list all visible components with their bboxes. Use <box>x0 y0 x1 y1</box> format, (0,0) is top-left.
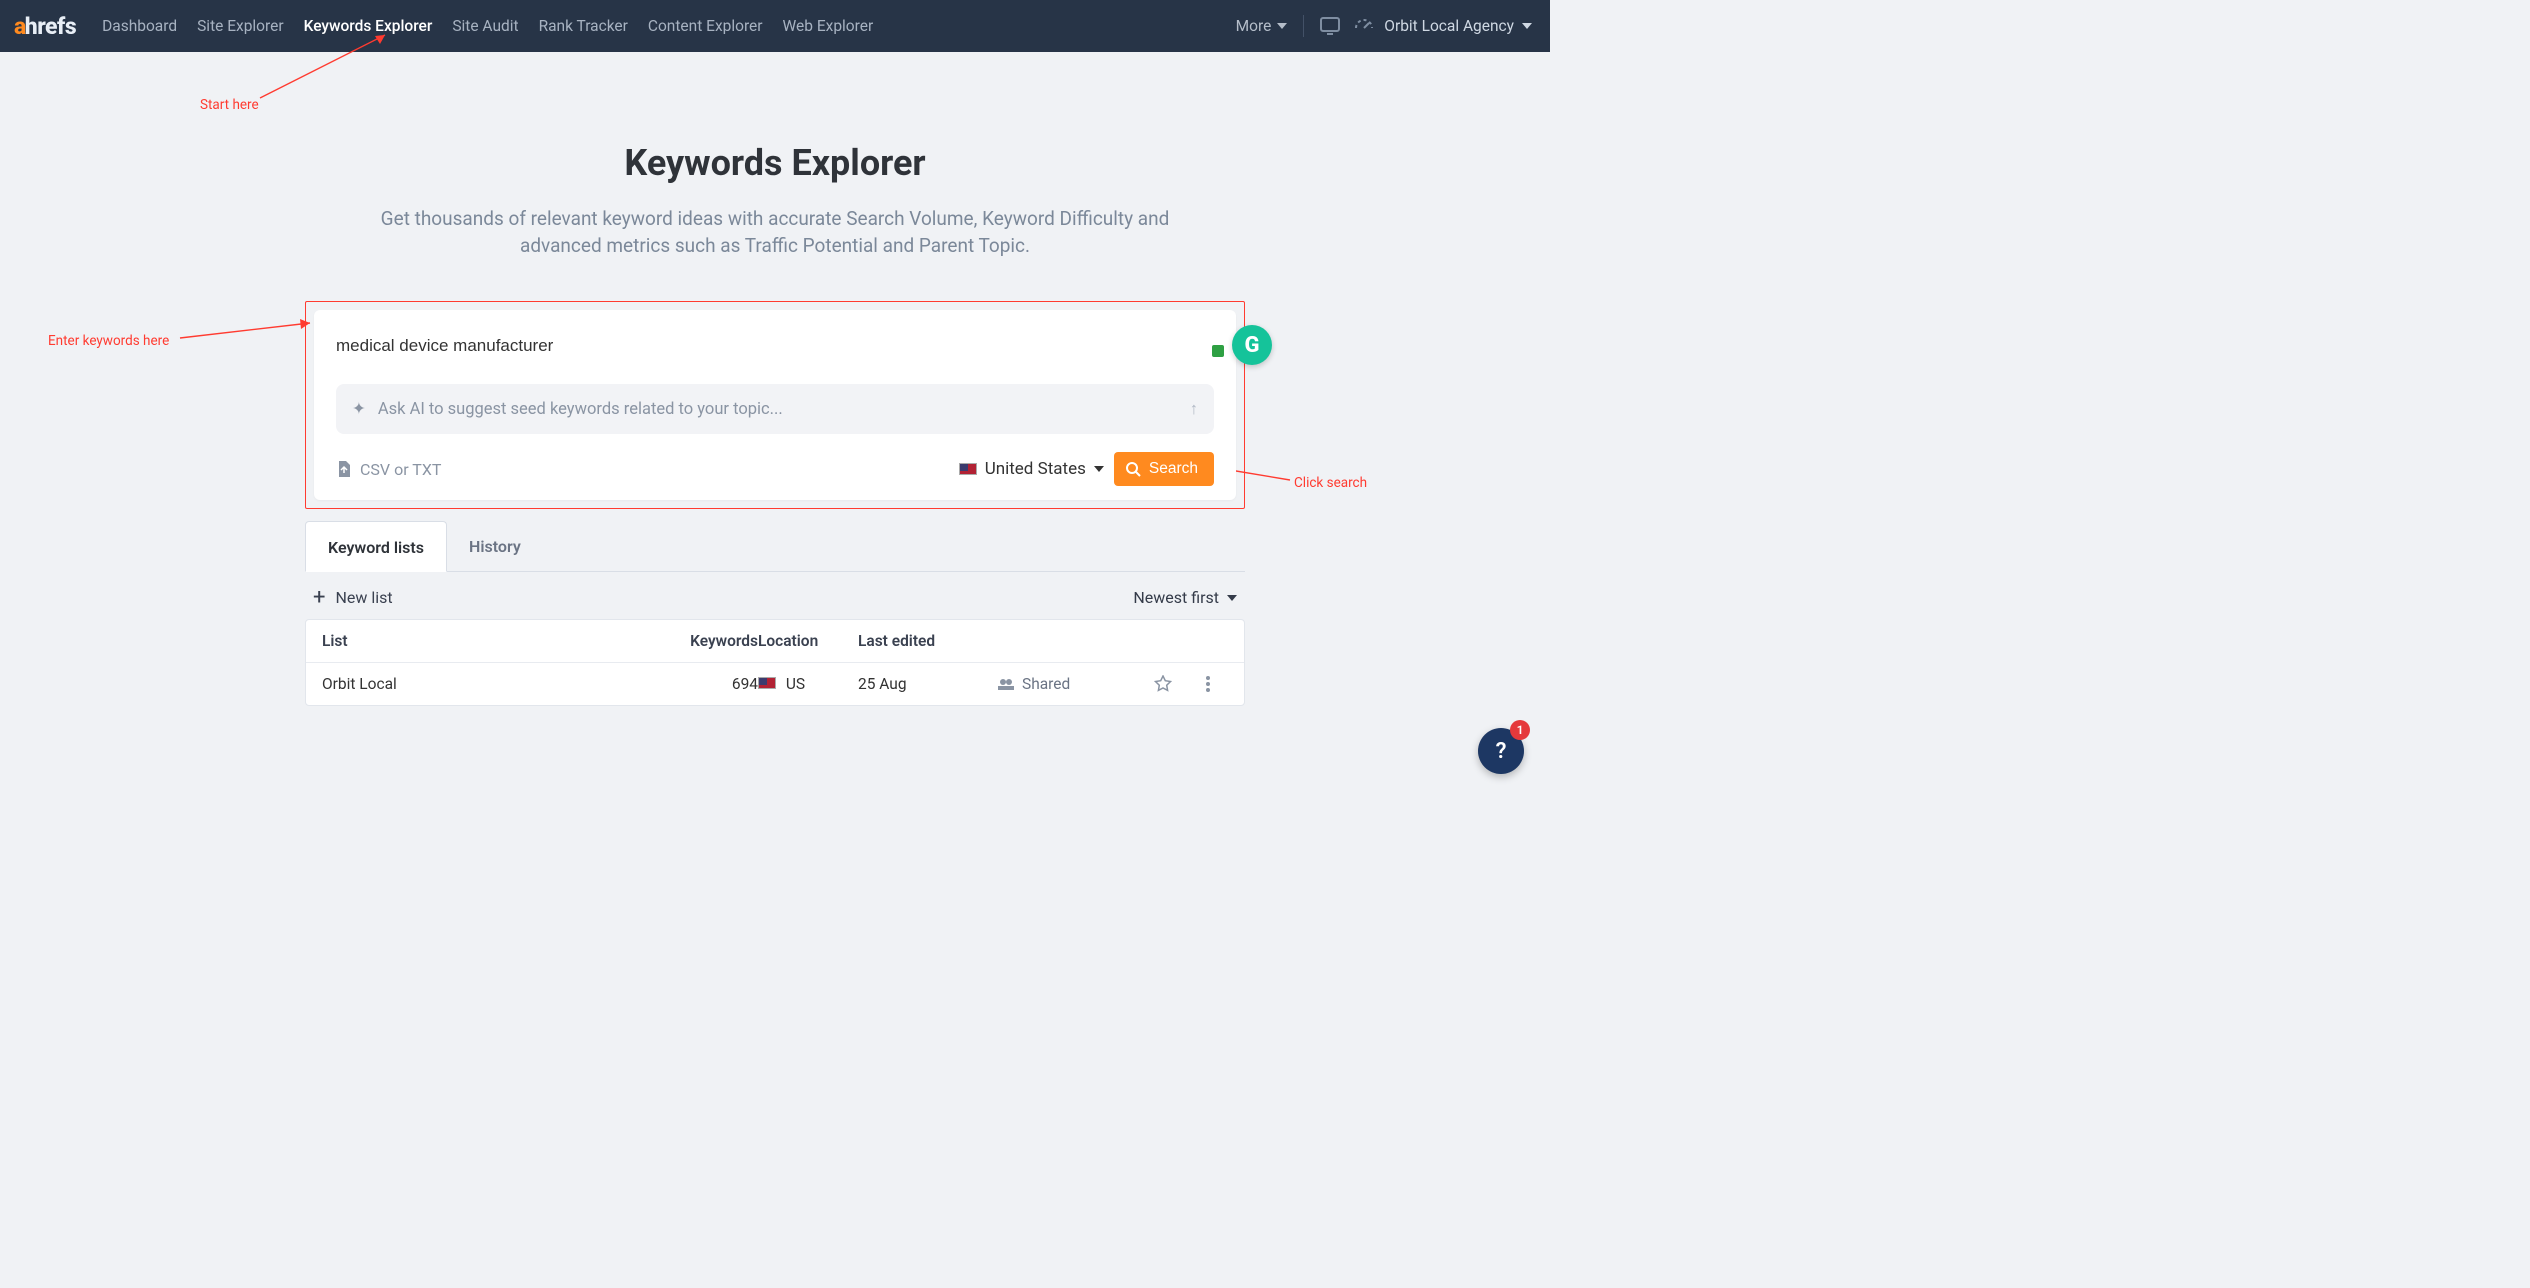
nav-dashboard[interactable]: Dashboard <box>102 17 177 35</box>
nav-keywords-explorer[interactable]: Keywords Explorer <box>304 17 433 35</box>
annotation-enter-keywords: Enter keywords here <box>48 333 169 349</box>
nav-separator <box>1303 15 1304 37</box>
file-upload-icon <box>336 460 352 478</box>
star-icon <box>1154 675 1172 693</box>
cell-location: US <box>758 675 858 693</box>
annotation-start-here: Start here <box>200 97 259 113</box>
caret-down-icon <box>1094 466 1104 472</box>
new-list-label: New list <box>335 588 392 607</box>
cell-keywords: 694 <box>658 675 758 693</box>
keywords-input[interactable] <box>336 332 1214 384</box>
list-toolbar: + New list Newest first <box>305 572 1245 619</box>
country-dropdown[interactable]: United States <box>959 459 1104 479</box>
keyword-lists-table: List Keywords Location Last edited Orbit… <box>305 619 1245 706</box>
new-list-button[interactable]: + New list <box>313 588 393 607</box>
th-location: Location <box>758 632 858 650</box>
panel-footer: CSV or TXT United States Search <box>336 452 1214 486</box>
page-subtitle-line1: Get thousands of relevant keyword ideas … <box>305 206 1245 233</box>
gauge-icon[interactable] <box>1354 16 1374 36</box>
sort-dropdown[interactable]: Newest first <box>1133 588 1237 607</box>
csv-label: CSV or TXT <box>360 460 441 479</box>
page-title: Keywords Explorer <box>305 142 1245 184</box>
annotation-arrow-enter <box>180 319 320 343</box>
flag-us-icon <box>959 463 977 475</box>
annotation-highlight-box: ✦ Ask AI to suggest seed keywords relate… <box>305 301 1245 509</box>
tab-keyword-lists[interactable]: Keyword lists <box>305 521 447 572</box>
flag-us-icon <box>758 677 776 689</box>
ahrefs-logo[interactable]: ahrefs <box>14 13 76 40</box>
th-last-edited: Last edited <box>858 632 998 650</box>
th-list: List <box>322 632 658 650</box>
caret-down-icon <box>1522 23 1532 29</box>
nav-site-explorer[interactable]: Site Explorer <box>197 17 284 35</box>
th-keywords: Keywords <box>658 632 758 650</box>
kebab-icon <box>1206 676 1210 692</box>
annotation-click-search: Click search <box>1294 475 1367 491</box>
page: Keywords Explorer Get thousands of relev… <box>305 52 1245 706</box>
nav-rank-tracker[interactable]: Rank Tracker <box>539 17 628 35</box>
csv-upload-button[interactable]: CSV or TXT <box>336 460 441 479</box>
list-tabs: Keyword lists History <box>305 521 1245 572</box>
top-nav: ahrefs Dashboard Site Explorer Keywords … <box>0 0 1550 52</box>
country-label: United States <box>985 459 1086 479</box>
arrow-up-icon[interactable]: ↑ <box>1190 400 1198 419</box>
nav-web-explorer[interactable]: Web Explorer <box>783 17 874 35</box>
cell-location-code: US <box>786 675 805 693</box>
ai-suggest-bar[interactable]: ✦ Ask AI to suggest seed keywords relate… <box>336 384 1214 434</box>
sort-label: Newest first <box>1133 588 1219 607</box>
page-subtitle-line2: advanced metrics such as Traffic Potenti… <box>305 233 1245 260</box>
sparkle-icon: ✦ <box>352 399 366 419</box>
help-notification-count: 1 <box>1517 723 1524 737</box>
help-notification-badge: 1 <box>1510 720 1530 740</box>
grammarly-status-dot <box>1212 345 1224 357</box>
cell-shared-label: Shared <box>1022 675 1070 693</box>
row-more-menu[interactable] <box>1188 676 1228 692</box>
cell-list-name: Orbit Local <box>322 675 658 693</box>
cell-last-edited: 25 Aug <box>858 675 998 693</box>
cell-shared: Shared <box>998 675 1138 693</box>
ai-placeholder: Ask AI to suggest seed keywords related … <box>378 400 783 419</box>
nav-more-dropdown[interactable]: More <box>1236 17 1288 35</box>
search-button-label: Search <box>1149 460 1198 478</box>
screen-icon[interactable] <box>1320 17 1340 35</box>
favorite-star[interactable] <box>1138 675 1188 693</box>
grammarly-glyph: G <box>1245 333 1260 358</box>
table-header: List Keywords Location Last edited <box>306 620 1244 663</box>
nav-site-audit[interactable]: Site Audit <box>452 17 518 35</box>
tab-history[interactable]: History <box>447 521 543 571</box>
caret-down-icon <box>1277 23 1287 29</box>
shared-people-icon <box>998 678 1014 690</box>
grammarly-widget[interactable]: G <box>1232 325 1272 365</box>
help-glyph: ? <box>1496 739 1507 764</box>
nav-content-explorer[interactable]: Content Explorer <box>648 17 763 35</box>
caret-down-icon <box>1227 595 1237 601</box>
search-icon <box>1126 462 1141 477</box>
keywords-input-panel: ✦ Ask AI to suggest seed keywords relate… <box>314 310 1236 500</box>
nav-more-label: More <box>1236 17 1272 35</box>
account-name: Orbit Local Agency <box>1384 17 1514 35</box>
search-button[interactable]: Search <box>1114 452 1214 486</box>
table-row[interactable]: Orbit Local 694 US 25 Aug Shared <box>306 663 1244 705</box>
nav-utility-icons <box>1320 16 1374 36</box>
account-dropdown[interactable]: Orbit Local Agency <box>1384 17 1532 35</box>
